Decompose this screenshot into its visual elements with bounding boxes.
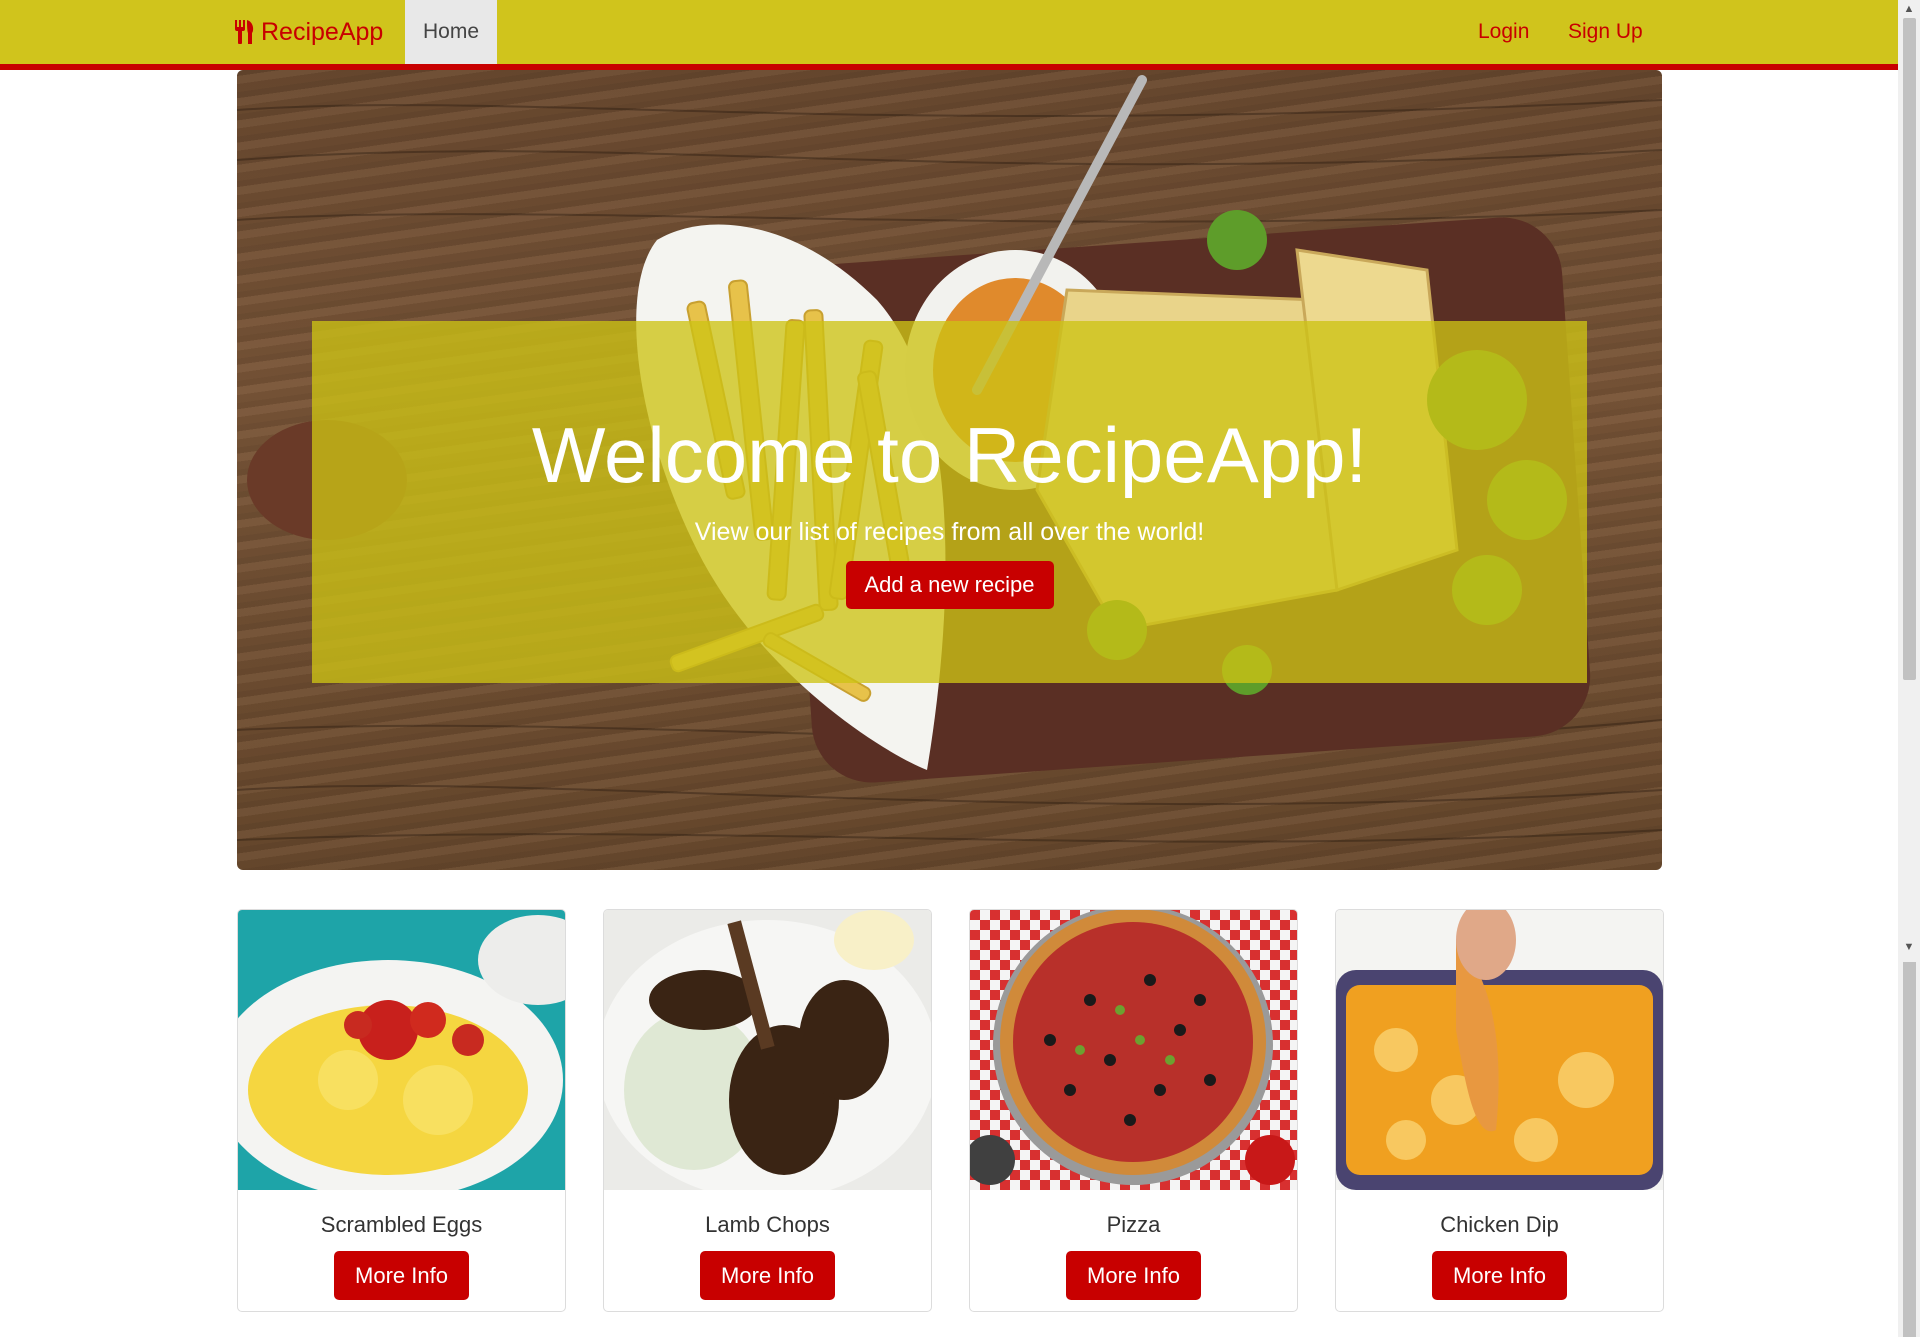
more-info-button[interactable]: More Info: [1432, 1251, 1567, 1300]
vertical-scrollbar[interactable]: ▲ ▼: [1898, 0, 1920, 1337]
card-title: Scrambled Eggs: [320, 1212, 483, 1237]
nav-signup[interactable]: Sign Up: [1568, 0, 1643, 64]
hero-panel: Welcome to RecipeApp! View our list of r…: [312, 321, 1587, 683]
scroll-up-icon[interactable]: ▲: [1898, 0, 1920, 18]
scrambled-eggs-image: [238, 910, 565, 1190]
recipe-card-chicken-dip: Chicken Dip More Info: [1335, 909, 1664, 1312]
scroll-down-icon[interactable]: ▼: [1898, 938, 1920, 956]
top-navbar: RecipeApp Home Login Sign Up: [0, 0, 1898, 70]
pizza-image: [970, 910, 1297, 1190]
recipe-cards: Scrambled Eggs More Info Lamb Chops More…: [237, 909, 1664, 1312]
recipe-card-lamb-chops: Lamb Chops More Info: [603, 909, 932, 1312]
hero-title: Welcome to RecipeApp!: [531, 410, 1368, 499]
recipe-card-pizza: Pizza More Info: [969, 909, 1298, 1312]
brand-link[interactable]: RecipeApp: [233, 0, 383, 64]
scroll-track[interactable]: [1903, 962, 1916, 1337]
nav-home[interactable]: Home: [405, 0, 497, 64]
card-title: Pizza: [1106, 1212, 1161, 1237]
lamb-chops-image: [604, 910, 931, 1190]
scroll-thumb[interactable]: [1903, 18, 1916, 680]
nav-login[interactable]: Login: [1478, 0, 1529, 64]
recipe-card-scrambled-eggs: Scrambled Eggs More Info: [237, 909, 566, 1312]
chicken-dip-image: [1336, 910, 1663, 1190]
more-info-button[interactable]: More Info: [1066, 1251, 1201, 1300]
brand-label: RecipeApp: [261, 17, 384, 46]
card-title: Chicken Dip: [1440, 1212, 1559, 1237]
utensils-icon: [235, 20, 254, 44]
add-recipe-button[interactable]: Add a new recipe: [845, 560, 1054, 609]
more-info-button[interactable]: More Info: [700, 1251, 835, 1300]
card-title: Lamb Chops: [705, 1212, 830, 1237]
hero-subtitle: View our list of recipes from all over t…: [694, 517, 1205, 546]
more-info-button[interactable]: More Info: [334, 1251, 469, 1300]
hero-banner: Welcome to RecipeApp! View our list of r…: [237, 70, 1662, 870]
